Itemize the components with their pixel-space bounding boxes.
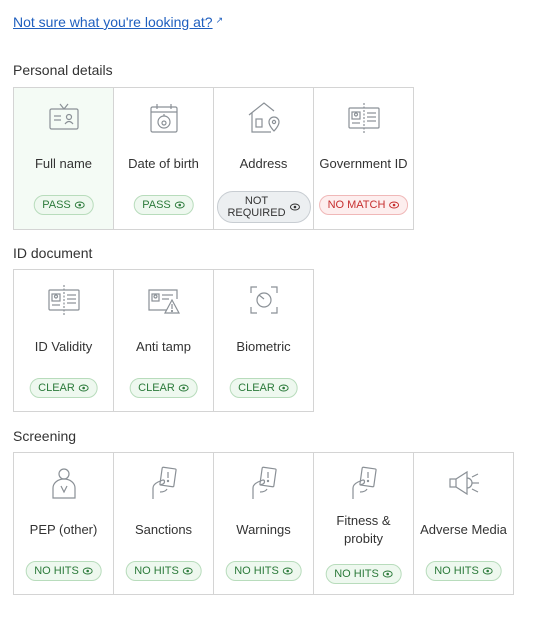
status-badge-clear[interactable]: CLEAR [229, 378, 298, 398]
status-text: NO HITS [34, 565, 79, 577]
section-title-personal-details: Personal details [13, 62, 113, 78]
status-badge-no-hits[interactable]: NO HITS [25, 561, 102, 581]
status-badge-no-hits[interactable]: NO HITS [425, 561, 502, 581]
section-title-screening: Screening [13, 428, 77, 444]
eye-icon [278, 384, 289, 392]
help-link-text[interactable]: Not sure what you're looking at? [13, 14, 213, 30]
card-biometric: Biometric CLEAR [214, 270, 313, 411]
card-label: PEP (other) [29, 522, 98, 537]
card-label-line1: Fitness & [336, 513, 391, 528]
calendar-cake-icon [147, 101, 181, 135]
status-text: PASS [142, 199, 171, 211]
card-pep-other: PEP (other) NO HITS [14, 453, 114, 594]
status-badge-no-hits[interactable]: NO HITS [325, 564, 402, 584]
status-badge-pass[interactable]: PASS [133, 195, 194, 215]
status-text: CLEAR [138, 382, 175, 394]
eye-icon [289, 203, 300, 211]
card-label: ID Validity [34, 339, 93, 354]
card-label: Full name [34, 156, 93, 171]
status-text: NO HITS [434, 565, 479, 577]
status-badge-no-hits[interactable]: NO HITS [125, 561, 202, 581]
screening-row: PEP (other) NO HITS Sanctions NO HITS Wa… [13, 452, 514, 595]
id-document-row: ID Validity CLEAR Anti tamp CLEAR Biomet… [13, 269, 314, 412]
card-label-line2: probity [343, 531, 384, 546]
status-text: CLEAR [38, 382, 75, 394]
status-badge-pass[interactable]: PASS [33, 195, 94, 215]
person-icon [47, 466, 81, 500]
hand-alert-card-icon [147, 466, 181, 500]
hand-alert-card-icon [247, 466, 281, 500]
card-warnings: Warnings NO HITS [214, 453, 314, 594]
card-anti-tamp: Anti tamp CLEAR [114, 270, 214, 411]
status-text: NO HITS [334, 568, 379, 580]
status-text: CLEAR [238, 382, 275, 394]
card-fitness-probity: Fitness & probity NO HITS [314, 453, 414, 594]
status-text: NO HITS [134, 565, 179, 577]
card-label: Date of birth [128, 156, 199, 171]
eye-icon [182, 567, 193, 575]
eye-icon [282, 567, 293, 575]
eye-icon [482, 567, 493, 575]
hand-alert-card-icon [347, 466, 381, 500]
card-label: Government ID [319, 156, 408, 171]
megaphone-icon [447, 466, 481, 500]
personal-details-row: Full name PASS Date of birth PASS Addres… [13, 87, 414, 230]
eye-icon [74, 201, 85, 209]
id-document-icon [347, 101, 381, 135]
card-label: Biometric [236, 339, 291, 354]
house-pin-icon [247, 101, 281, 135]
eye-icon [178, 384, 189, 392]
eye-icon [174, 201, 185, 209]
card-government-id: Government ID NO MATCH [314, 88, 413, 229]
status-badge-no-hits[interactable]: NO HITS [225, 561, 302, 581]
card-label: Warnings [236, 522, 291, 537]
status-badge-no-match[interactable]: NO MATCH [318, 195, 409, 215]
eye-icon [78, 384, 89, 392]
card-label: Adverse Media [420, 522, 507, 537]
eye-icon [82, 567, 93, 575]
card-full-name: Full name PASS [14, 88, 114, 229]
card-adverse-media: Adverse Media NO HITS [414, 453, 513, 594]
card-address: Address NOT REQUIRED [214, 88, 314, 229]
status-text: NO HITS [234, 565, 279, 577]
card-label: Anti tamp [136, 339, 191, 354]
id-document-icon [47, 283, 81, 317]
status-text: NO MATCH [327, 199, 386, 211]
id-warning-icon [147, 283, 181, 317]
status-badge-clear[interactable]: CLEAR [29, 378, 98, 398]
eye-icon [382, 570, 393, 578]
card-label: Address [239, 156, 288, 171]
id-card-icon [47, 101, 81, 135]
card-sanctions: Sanctions NO HITS [114, 453, 214, 594]
help-link[interactable]: Not sure what you're looking at? ↗ [13, 14, 223, 30]
status-text: NOT REQUIRED [227, 195, 285, 219]
face-scan-icon [247, 283, 281, 317]
card-label: Fitness & probity [316, 512, 411, 548]
card-date-of-birth: Date of birth PASS [114, 88, 214, 229]
status-text: PASS [42, 199, 71, 211]
section-title-id-document: ID document [13, 245, 93, 261]
external-link-icon: ↗ [215, 15, 224, 25]
status-text-line2: REQUIRED [227, 207, 286, 219]
status-badge-clear[interactable]: CLEAR [129, 378, 198, 398]
card-id-validity: ID Validity CLEAR [14, 270, 114, 411]
status-badge-not-required[interactable]: NOT REQUIRED [216, 191, 311, 223]
card-label: Sanctions [134, 522, 193, 537]
eye-icon [389, 201, 400, 209]
status-text-line1: NOT [244, 195, 269, 207]
